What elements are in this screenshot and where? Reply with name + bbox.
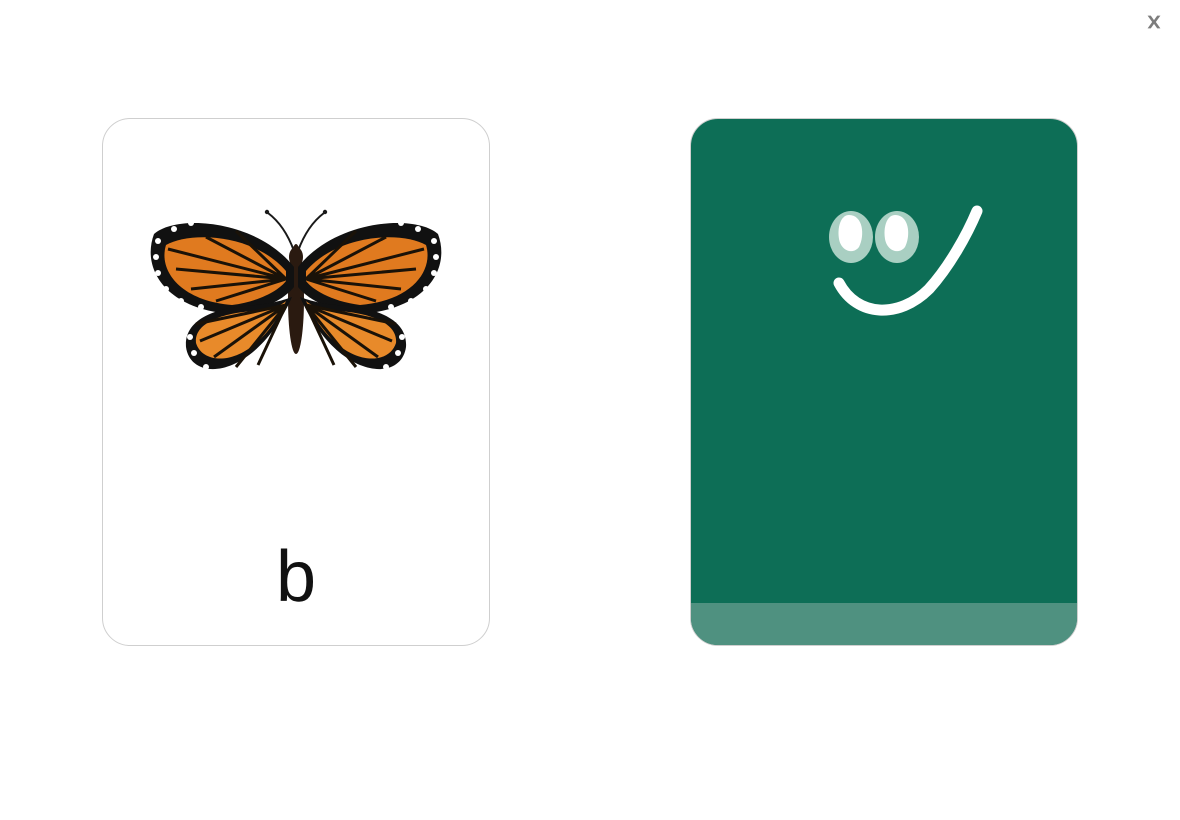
close-icon — [1143, 11, 1165, 38]
card-letter: b — [276, 541, 316, 613]
butterfly-icon — [136, 179, 456, 414]
game-stage: b — [0, 0, 1180, 820]
close-button[interactable] — [1138, 8, 1170, 40]
card-row: b — [0, 0, 1180, 646]
flash-card-front[interactable]: b — [102, 118, 490, 646]
card-back-face — [691, 197, 1077, 362]
card-image — [136, 181, 456, 411]
smiley-face-icon — [779, 197, 989, 362]
card-back-footer — [691, 603, 1077, 645]
flash-card-back[interactable] — [690, 118, 1078, 646]
